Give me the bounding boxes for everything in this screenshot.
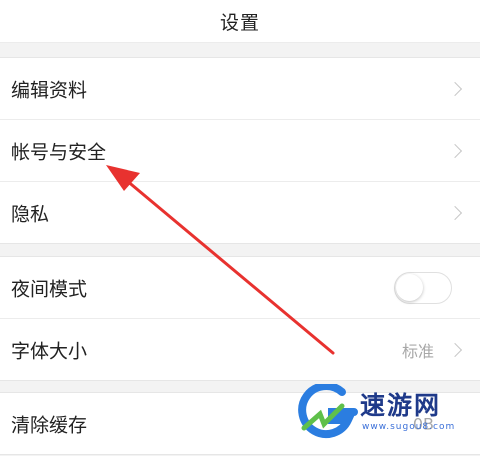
logo-mark-icon xyxy=(298,382,358,439)
settings-item-label: 清除缓存 xyxy=(11,414,88,436)
settings-item-font-size[interactable]: 字体大小 标准 xyxy=(0,319,480,380)
settings-item-label: 帐号与安全 xyxy=(11,141,107,163)
toggle-knob xyxy=(396,273,423,301)
page-title: 设置 xyxy=(219,12,260,34)
top-bar: 设置 xyxy=(0,0,480,43)
settings-item-label: 隐私 xyxy=(11,203,50,225)
settings-item-label: 编辑资料 xyxy=(11,79,88,101)
settings-group-profile: 编辑资料 帐号与安全 隐私 xyxy=(0,57,480,244)
settings-item-label: 夜间模式 xyxy=(11,278,88,300)
chevron-right-icon xyxy=(447,81,463,96)
chevron-right-icon xyxy=(447,342,463,357)
watermark-url: www.sugou8.com xyxy=(362,422,456,432)
settings-group-display: 夜间模式 字体大小 标准 xyxy=(0,256,480,381)
font-size-value: 标准 xyxy=(401,341,434,361)
watermark-logo: 速游网 www.sugou8.com xyxy=(298,382,474,440)
chevron-right-icon xyxy=(447,143,463,158)
chevron-right-icon xyxy=(447,205,463,220)
watermark-name: 速游网 xyxy=(360,391,442,420)
night-mode-toggle[interactable] xyxy=(394,271,452,304)
settings-item-account-security[interactable]: 帐号与安全 xyxy=(0,120,480,182)
settings-item-label: 字体大小 xyxy=(11,340,88,362)
settings-item-edit-profile[interactable]: 编辑资料 xyxy=(0,58,480,120)
settings-item-night-mode: 夜间模式 xyxy=(0,257,480,319)
settings-item-privacy[interactable]: 隐私 xyxy=(0,182,480,243)
